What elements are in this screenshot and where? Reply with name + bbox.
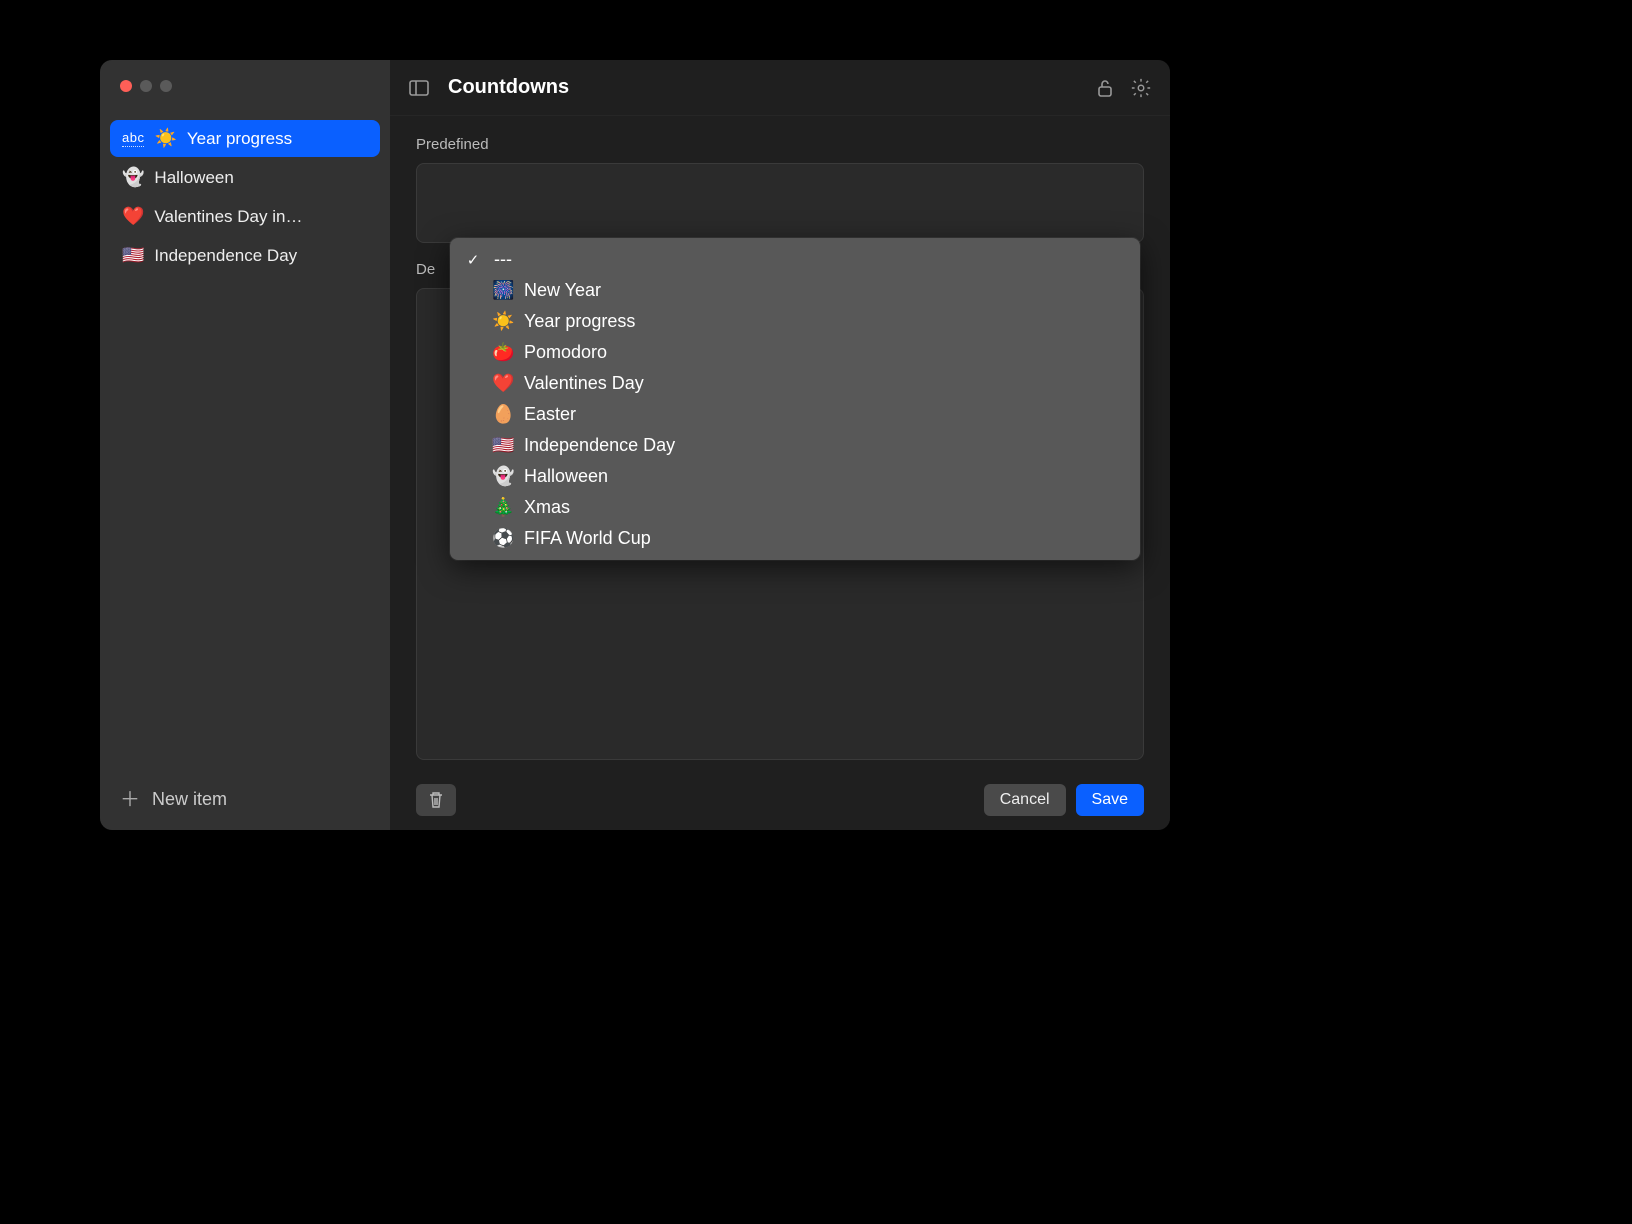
predefined-panel[interactable] <box>416 163 1144 243</box>
sidebar-toggle-icon[interactable] <box>408 77 430 99</box>
save-button[interactable]: Save <box>1076 784 1144 816</box>
dropdown-item-easter[interactable]: 🥚 Easter <box>450 399 1140 430</box>
new-item-label: New item <box>152 789 227 810</box>
plus-icon: ＋ <box>120 790 140 810</box>
sidebar-item-year-progress[interactable]: abc ☀️ Year progress <box>110 120 380 157</box>
dropdown-item-fifa[interactable]: ⚽ FIFA World Cup <box>450 523 1140 554</box>
zoom-window-button[interactable] <box>160 80 172 92</box>
footer: Cancel Save <box>416 778 1144 816</box>
dropdown-item-label: Xmas <box>524 497 570 518</box>
sidebar-item-label: Year progress <box>187 129 292 149</box>
window-controls <box>110 76 380 120</box>
dropdown-item-label: Valentines Day <box>524 373 644 394</box>
close-window-button[interactable] <box>120 80 132 92</box>
sidebar-list: abc ☀️ Year progress 👻 Halloween ❤️ Vale… <box>110 120 380 779</box>
minimize-window-button[interactable] <box>140 80 152 92</box>
dropdown-item-independence-day[interactable]: 🇺🇸 Independence Day <box>450 430 1140 461</box>
dropdown-item-xmas[interactable]: 🎄 Xmas <box>450 492 1140 523</box>
soccer-ball-icon: ⚽ <box>492 528 514 549</box>
dropdown-item-label: Halloween <box>524 466 608 487</box>
dropdown-item-label: New Year <box>524 280 601 301</box>
sidebar: abc ☀️ Year progress 👻 Halloween ❤️ Vale… <box>100 60 390 830</box>
predefined-dropdown[interactable]: ✓ --- 🎆 New Year ☀️ Year progress 🍅 Pomo… <box>450 238 1140 560</box>
sun-icon: ☀️ <box>492 311 514 332</box>
dropdown-item-pomodoro[interactable]: 🍅 Pomodoro <box>450 337 1140 368</box>
lock-icon[interactable] <box>1094 77 1116 99</box>
ghost-icon: 👻 <box>122 167 144 188</box>
dropdown-item-halloween[interactable]: 👻 Halloween <box>450 461 1140 492</box>
sun-icon: ☀️ <box>154 128 176 149</box>
dropdown-item-valentines[interactable]: ❤️ Valentines Day <box>450 368 1140 399</box>
predefined-label: Predefined <box>416 136 1144 153</box>
dropdown-item-label: Year progress <box>524 311 635 332</box>
tomato-icon: 🍅 <box>492 342 514 363</box>
new-item-button[interactable]: ＋ New item <box>110 779 380 816</box>
heart-icon: ❤️ <box>122 206 144 227</box>
delete-button[interactable] <box>416 784 456 816</box>
dropdown-item-label: Easter <box>524 404 576 425</box>
checkmark-icon: ✓ <box>464 251 482 269</box>
ghost-icon: 👻 <box>492 466 514 487</box>
cancel-button[interactable]: Cancel <box>984 784 1066 816</box>
xmas-tree-icon: 🎄 <box>492 497 514 518</box>
rename-indicator: abc <box>122 130 144 147</box>
page-title: Countdowns <box>448 76 1080 99</box>
dropdown-item-new-year[interactable]: 🎆 New Year <box>450 275 1140 306</box>
dropdown-item-none[interactable]: ✓ --- <box>450 244 1140 275</box>
heart-icon: ❤️ <box>492 373 514 394</box>
sidebar-item-independence-day[interactable]: 🇺🇸 Independence Day <box>110 237 380 274</box>
sidebar-item-halloween[interactable]: 👻 Halloween <box>110 159 380 196</box>
sidebar-item-label: Valentines Day in… <box>154 207 302 227</box>
dropdown-item-label: --- <box>494 249 512 270</box>
app-window: abc ☀️ Year progress 👻 Halloween ❤️ Vale… <box>100 60 1170 830</box>
us-flag-icon: 🇺🇸 <box>492 435 514 456</box>
gear-icon[interactable] <box>1130 77 1152 99</box>
sidebar-item-label: Independence Day <box>154 246 297 266</box>
sidebar-item-valentines[interactable]: ❤️ Valentines Day in… <box>110 198 380 235</box>
titlebar: Countdowns <box>390 60 1170 116</box>
dropdown-item-label: Independence Day <box>524 435 675 456</box>
sidebar-item-label: Halloween <box>154 168 233 188</box>
us-flag-icon: 🇺🇸 <box>122 245 144 266</box>
egg-icon: 🥚 <box>492 404 514 425</box>
dropdown-item-year-progress[interactable]: ☀️ Year progress <box>450 306 1140 337</box>
fireworks-icon: 🎆 <box>492 280 514 301</box>
dropdown-item-label: Pomodoro <box>524 342 607 363</box>
dropdown-item-label: FIFA World Cup <box>524 528 651 549</box>
